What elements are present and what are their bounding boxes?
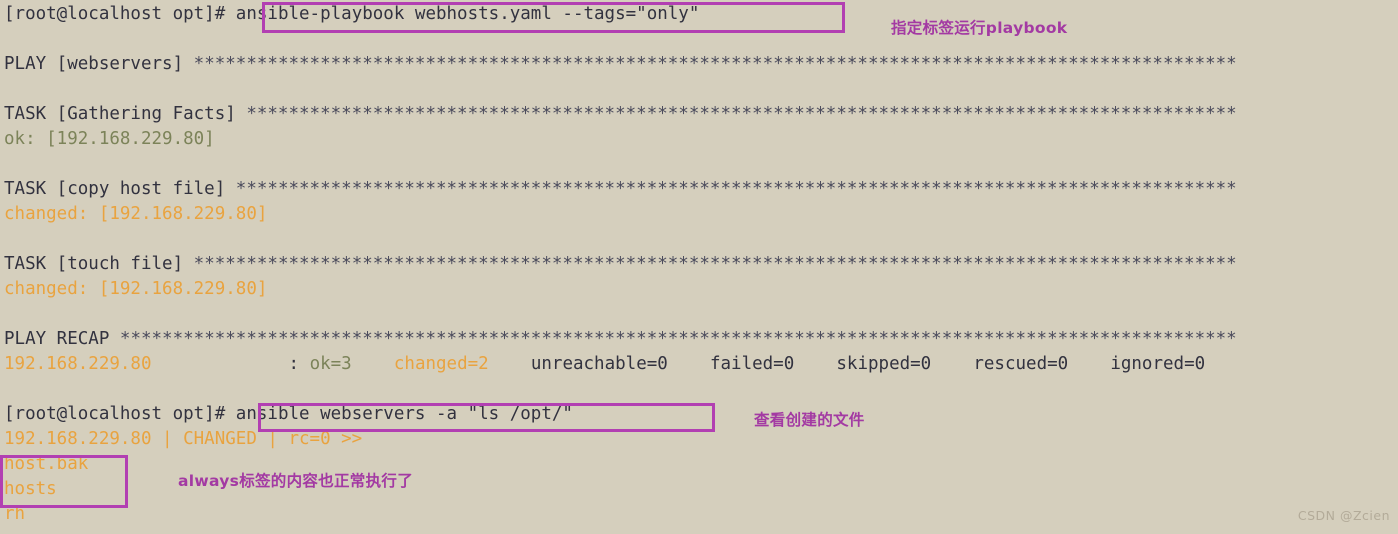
terminal-segment-task-touch-file-0: TASK [touch file] — [4, 254, 194, 274]
terminal-segment-adhoc-result-header-0: 192.168.229.80 | CHANGED | rc=0 >> — [4, 429, 363, 449]
terminal-segment-play-recap-row-4: changed=2 — [393, 354, 489, 374]
terminal-line-blank-5 — [4, 302, 1398, 327]
terminal-segment-play-recap-row-3 — [352, 354, 394, 374]
terminal-line-task-copy-host-file: TASK [copy host file] ******************… — [4, 177, 1398, 202]
terminal-segment-play-header-0: PLAY [webservers] — [4, 54, 194, 74]
terminal-segment-play-recap-header-1: ****************************************… — [119, 329, 1237, 349]
terminal-segment-play-recap-row-2: ok=3 — [309, 354, 352, 374]
terminal-line-result-copy-host-file: changed: [192.168.229.80] — [4, 202, 1398, 227]
terminal-line-blank-3 — [4, 152, 1398, 177]
terminal-output[interactable]: [root@localhost opt]# ansible-playbook w… — [4, 2, 1398, 527]
terminal-segment-result-touch-file-0: changed: [192.168.229.80] — [4, 279, 268, 299]
terminal-segment-play-recap-header-0: PLAY RECAP — [4, 329, 120, 349]
terminal-segment-ls-output-host-bak-0: host.bak — [4, 454, 89, 474]
terminal-line-result-gathering-facts: ok: [192.168.229.80] — [4, 127, 1398, 152]
terminal-segment-play-header-1: ****************************************… — [193, 54, 1237, 74]
terminal-segment-prompt-1-0: [root@localhost opt]# — [4, 4, 236, 24]
note-always-tag-executed: always标签的内容也正常执行了 — [178, 472, 414, 490]
terminal-line-task-gathering-facts: TASK [Gathering Facts] *****************… — [4, 102, 1398, 127]
terminal-line-task-touch-file: TASK [touch file] **********************… — [4, 252, 1398, 277]
terminal-segment-task-touch-file-1: ****************************************… — [193, 254, 1237, 274]
terminal-segment-task-copy-host-file-0: TASK [copy host file] — [4, 179, 236, 199]
terminal-line-play-header: PLAY [webservers] **********************… — [4, 52, 1398, 77]
terminal-line-adhoc-result-header: 192.168.229.80 | CHANGED | rc=0 >> — [4, 427, 1398, 452]
terminal-line-blank-2 — [4, 77, 1398, 102]
terminal-segment-task-gathering-facts-0: TASK [Gathering Facts] — [4, 104, 247, 124]
terminal-line-blank-6 — [4, 377, 1398, 402]
terminal-segment-play-recap-row-1: : — [151, 354, 310, 374]
note-run-playbook-with-tag: 指定标签运行playbook — [891, 19, 1068, 37]
terminal-line-blank-1 — [4, 27, 1398, 52]
terminal-segment-ls-output-rh-0: rh — [4, 504, 26, 524]
terminal-segment-ls-output-hosts-0: hosts — [4, 479, 57, 499]
terminal-segment-task-gathering-facts-1: ****************************************… — [246, 104, 1237, 124]
terminal-segment-prompt-2-0: [root@localhost opt]# — [4, 404, 236, 424]
terminal-line-play-recap-row: 192.168.229.80 : ok=3 changed=2 unreacha… — [4, 352, 1398, 377]
terminal-segment-play-recap-row-0: 192.168.229.80 — [4, 354, 152, 374]
terminal-segment-result-gathering-facts-0: ok: [192.168.229.80] — [4, 129, 215, 149]
terminal-segment-prompt-2-1: ansible webservers -a "ls /opt/" — [235, 404, 573, 424]
terminal-line-prompt-1: [root@localhost opt]# ansible-playbook w… — [4, 2, 1398, 27]
note-view-created-files: 查看创建的文件 — [754, 411, 865, 429]
csdn-watermark: CSDN @Zcien — [1297, 508, 1390, 523]
terminal-line-ls-output-rh: rh — [4, 502, 1398, 527]
terminal-line-play-recap-header: PLAY RECAP *****************************… — [4, 327, 1398, 352]
terminal-line-blank-4 — [4, 227, 1398, 252]
terminal-line-result-touch-file: changed: [192.168.229.80] — [4, 277, 1398, 302]
terminal-segment-result-copy-host-file-0: changed: [192.168.229.80] — [4, 204, 268, 224]
terminal-segment-play-recap-row-5: unreachable=0 failed=0 skipped=0 rescued… — [488, 354, 1206, 374]
terminal-segment-prompt-1-1: ansible-playbook webhosts.yaml --tags="o… — [235, 4, 700, 24]
terminal-screen[interactable]: [root@localhost opt]# ansible-playbook w… — [0, 0, 1398, 534]
terminal-line-prompt-2: [root@localhost opt]# ansible webservers… — [4, 402, 1398, 427]
terminal-segment-task-copy-host-file-1: ****************************************… — [235, 179, 1237, 199]
